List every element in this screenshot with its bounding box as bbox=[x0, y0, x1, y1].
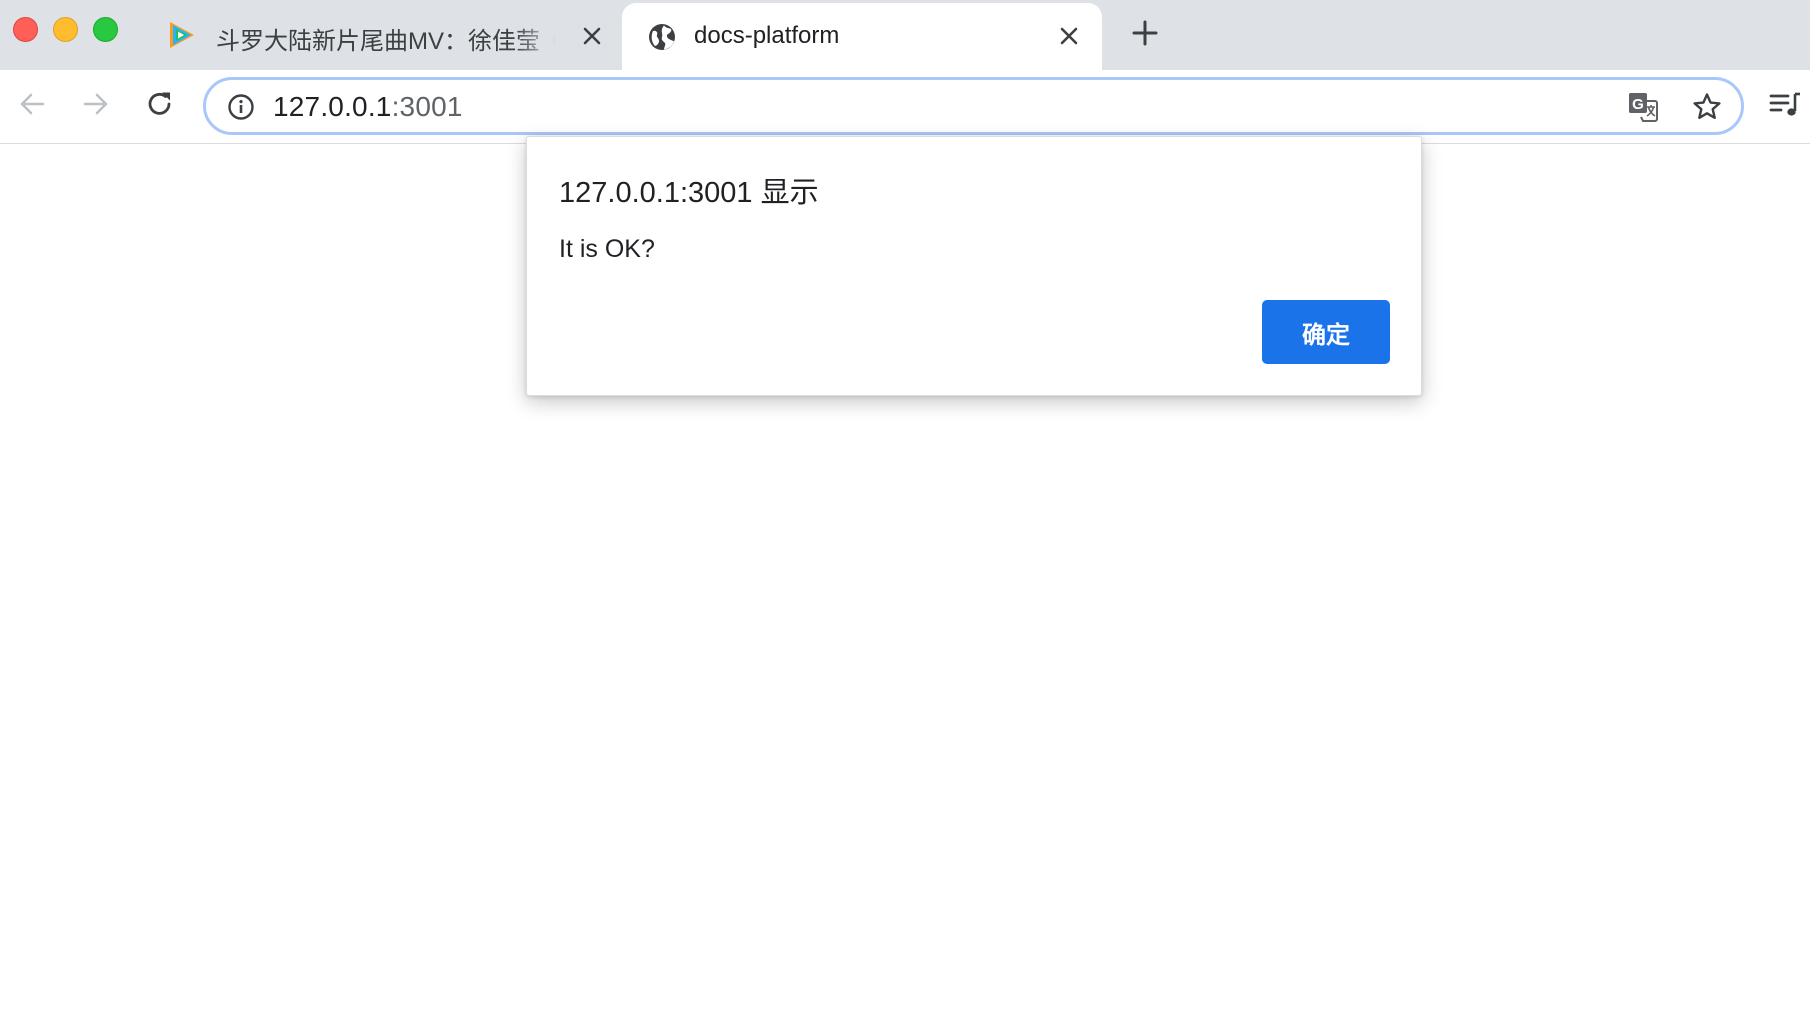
back-button[interactable] bbox=[12, 86, 52, 126]
close-icon[interactable] bbox=[1054, 21, 1084, 51]
svg-text:G: G bbox=[1632, 96, 1644, 113]
info-icon[interactable] bbox=[226, 92, 256, 122]
tab-title: 斗罗大陆新片尾曲MV：徐佳莹《 bbox=[216, 28, 556, 55]
dialog-message: It is OK? bbox=[559, 235, 655, 263]
reload-button[interactable] bbox=[140, 86, 180, 126]
ok-button[interactable]: 确定 bbox=[1262, 300, 1390, 364]
reload-icon bbox=[145, 89, 175, 124]
media-playlist-icon bbox=[1768, 88, 1802, 127]
url-host: 127.0.0.1 bbox=[273, 91, 392, 122]
forward-button[interactable] bbox=[76, 86, 116, 126]
window-maximize-button[interactable] bbox=[93, 17, 118, 42]
dialog-title: 127.0.0.1:3001 显示 bbox=[559, 177, 819, 209]
browser-toolbar: 127.0.0.1:3001 G G bbox=[0, 70, 1810, 144]
new-tab-button[interactable] bbox=[1130, 20, 1160, 50]
alert-dialog: 127.0.0.1:3001 显示 It is OK? 确定 bbox=[526, 136, 1422, 396]
url-port: :3001 bbox=[391, 91, 463, 122]
arrow-right-icon bbox=[81, 89, 111, 124]
address-bar[interactable]: 127.0.0.1:3001 G G bbox=[203, 77, 1744, 135]
tencent-video-play-icon bbox=[164, 18, 198, 52]
tab-docs-platform[interactable]: docs-platform bbox=[622, 3, 1102, 70]
tab-strip: 斗罗大陆新片尾曲MV：徐佳莹《 docs-platform bbox=[0, 0, 1810, 70]
close-icon[interactable] bbox=[577, 21, 607, 51]
plus-icon bbox=[1132, 20, 1158, 51]
tab-title: docs-platform bbox=[694, 22, 840, 49]
globe-icon bbox=[645, 20, 679, 54]
translate-icon[interactable]: G G bbox=[1626, 90, 1660, 124]
star-icon[interactable] bbox=[1690, 90, 1724, 124]
window-minimize-button[interactable] bbox=[53, 17, 78, 42]
arrow-left-icon bbox=[17, 89, 47, 124]
media-control-button[interactable] bbox=[1766, 88, 1804, 126]
window-close-button[interactable] bbox=[13, 17, 38, 42]
tab-video[interactable]: 斗罗大陆新片尾曲MV：徐佳莹《 bbox=[150, 0, 620, 70]
url-text[interactable]: 127.0.0.1:3001 bbox=[273, 91, 463, 123]
